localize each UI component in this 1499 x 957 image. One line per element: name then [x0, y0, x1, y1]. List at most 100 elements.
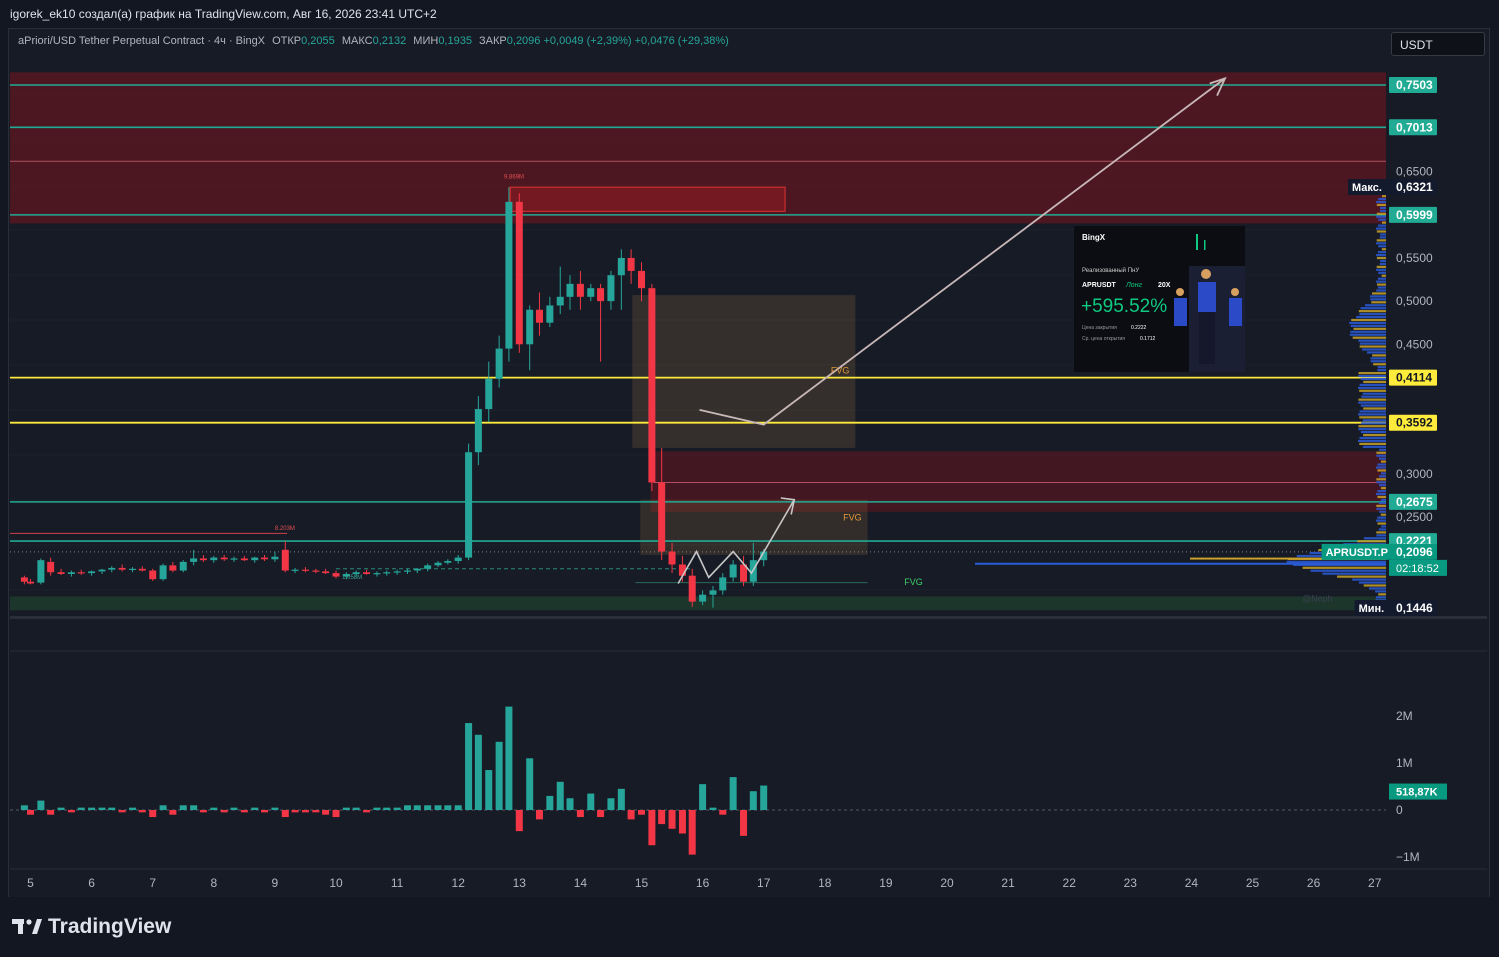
person-body-3	[1229, 298, 1242, 326]
volume-profile-bar	[1378, 475, 1386, 478]
volume-profile-bar	[1376, 466, 1386, 469]
person-body-2	[1174, 298, 1187, 326]
candle-body	[638, 270, 645, 289]
volume-profile-bar	[1376, 492, 1386, 496]
volume-profile-bar	[1358, 372, 1386, 375]
volume-profile-bar	[1358, 310, 1386, 313]
volume-bar	[159, 805, 167, 810]
volume-profile-bar	[1376, 504, 1386, 507]
volume-profile-bar	[1357, 540, 1386, 543]
volume-profile-bar	[1379, 209, 1386, 212]
x-tick-label: 24	[1185, 876, 1199, 890]
volume-profile-bar	[1358, 413, 1386, 416]
candle-body	[393, 571, 401, 573]
person-legs-1	[1199, 312, 1215, 364]
price-label-text: 0,5999	[1396, 208, 1433, 222]
volume-bar	[678, 810, 686, 834]
volume-profile-bar	[1376, 239, 1386, 242]
price-tag-text: APRUSDT.P	[1326, 547, 1388, 559]
volume-profile-bar	[1370, 357, 1386, 360]
volume-bar	[485, 770, 493, 810]
volume-bar	[352, 807, 360, 810]
volume-profile-bar	[1380, 233, 1386, 236]
fvg-zone-upper	[632, 295, 856, 448]
price-label: 0,4114	[1389, 369, 1437, 386]
volume-profile-bar	[1376, 454, 1386, 457]
candle-body	[566, 283, 574, 297]
volume-bar	[515, 810, 523, 832]
volume-tick-label: 1M	[1396, 756, 1413, 770]
currency-selector[interactable]: USDT	[1391, 32, 1485, 56]
candle-body	[648, 288, 656, 483]
volume-bar	[495, 741, 503, 810]
volume-bar	[413, 805, 421, 810]
volume-profile-bar	[1378, 593, 1386, 596]
pnl-open-value: 0.1712	[1140, 336, 1156, 342]
x-tick-label: 6	[88, 876, 95, 890]
candle-body	[403, 570, 411, 572]
candle-body	[515, 201, 523, 345]
volume-profile-bar	[1376, 481, 1386, 484]
change2-value: +0,0476 (+29,38%)	[634, 35, 729, 47]
candle-body	[332, 573, 340, 577]
volume-profile-bar	[1376, 230, 1386, 233]
candle-body	[505, 201, 513, 349]
volume-profile-bar	[1382, 195, 1386, 198]
candle-body	[281, 549, 289, 571]
volume-profile-bar	[1359, 436, 1386, 440]
symbol-title[interactable]: aPriori/USD Tether Perpetual Contract · …	[18, 35, 265, 47]
volume-bar	[668, 810, 676, 829]
volume-profile-bar	[1363, 380, 1386, 384]
candle-body	[587, 288, 595, 297]
x-tick-label: 19	[879, 876, 893, 890]
volume-bar	[230, 807, 238, 810]
candle-body	[424, 565, 432, 569]
price-chart[interactable]: FVG FVG FVG 9.869M 8.203M 1.058M @Neph 5 6 7 8 9 10…	[0, 0, 1499, 957]
volume-note-small: 1.058M	[342, 575, 362, 581]
volume-profile-bar	[1379, 206, 1386, 209]
candle-body	[495, 348, 503, 379]
volume-profile-bar	[1378, 501, 1386, 504]
volume-profile-bar	[1376, 289, 1386, 292]
volume-bar	[597, 810, 605, 818]
x-tick-label: 20	[940, 876, 954, 890]
pnl-side: Лонг	[1126, 282, 1142, 289]
volume-last-text: 518,87K	[1396, 787, 1438, 799]
volume-bar	[505, 706, 513, 810]
price-tag-text: Мин.	[1359, 603, 1385, 615]
x-tick-label: 25	[1246, 876, 1260, 890]
candle-body	[138, 568, 146, 571]
price-label-text: 0,4114	[1396, 371, 1432, 385]
volume-bar	[719, 810, 727, 815]
volume-profile-bar	[1358, 386, 1386, 389]
volume-profile-bar	[1378, 197, 1386, 201]
volume-bar	[261, 810, 269, 813]
volume-bar	[67, 810, 75, 813]
volume-profile-bar	[1363, 433, 1386, 437]
volume-profile-bar	[1377, 495, 1386, 499]
volume-bar	[332, 810, 340, 818]
candle-body	[190, 558, 198, 562]
volume-bar	[424, 805, 432, 810]
volume-profile-bar	[1376, 200, 1386, 204]
pane-separator	[10, 616, 1487, 619]
volume-profile-bar	[1360, 404, 1386, 407]
change-value: +0,0049 (+2,39%)	[543, 35, 632, 47]
candle-body	[546, 305, 554, 323]
volume-profile-bar	[1376, 256, 1386, 260]
volume-bar	[240, 810, 248, 813]
candle-body	[108, 567, 116, 570]
volume-profile-bar	[1359, 442, 1386, 445]
volume-profile-bar	[1376, 478, 1386, 481]
volume-profile-bar	[1367, 351, 1386, 354]
volume-bar	[291, 810, 299, 813]
volume-bar	[474, 734, 482, 810]
person-body-1	[1198, 282, 1216, 312]
volume-bar	[566, 798, 574, 810]
volume-profile-bar	[1358, 439, 1386, 443]
volume-profile-bar	[1360, 431, 1386, 434]
tradingview-logo[interactable]: TradingView	[12, 915, 171, 939]
volume-profile-bar	[1376, 227, 1386, 230]
candle-body	[485, 378, 493, 410]
x-tick-label: 23	[1124, 876, 1138, 890]
